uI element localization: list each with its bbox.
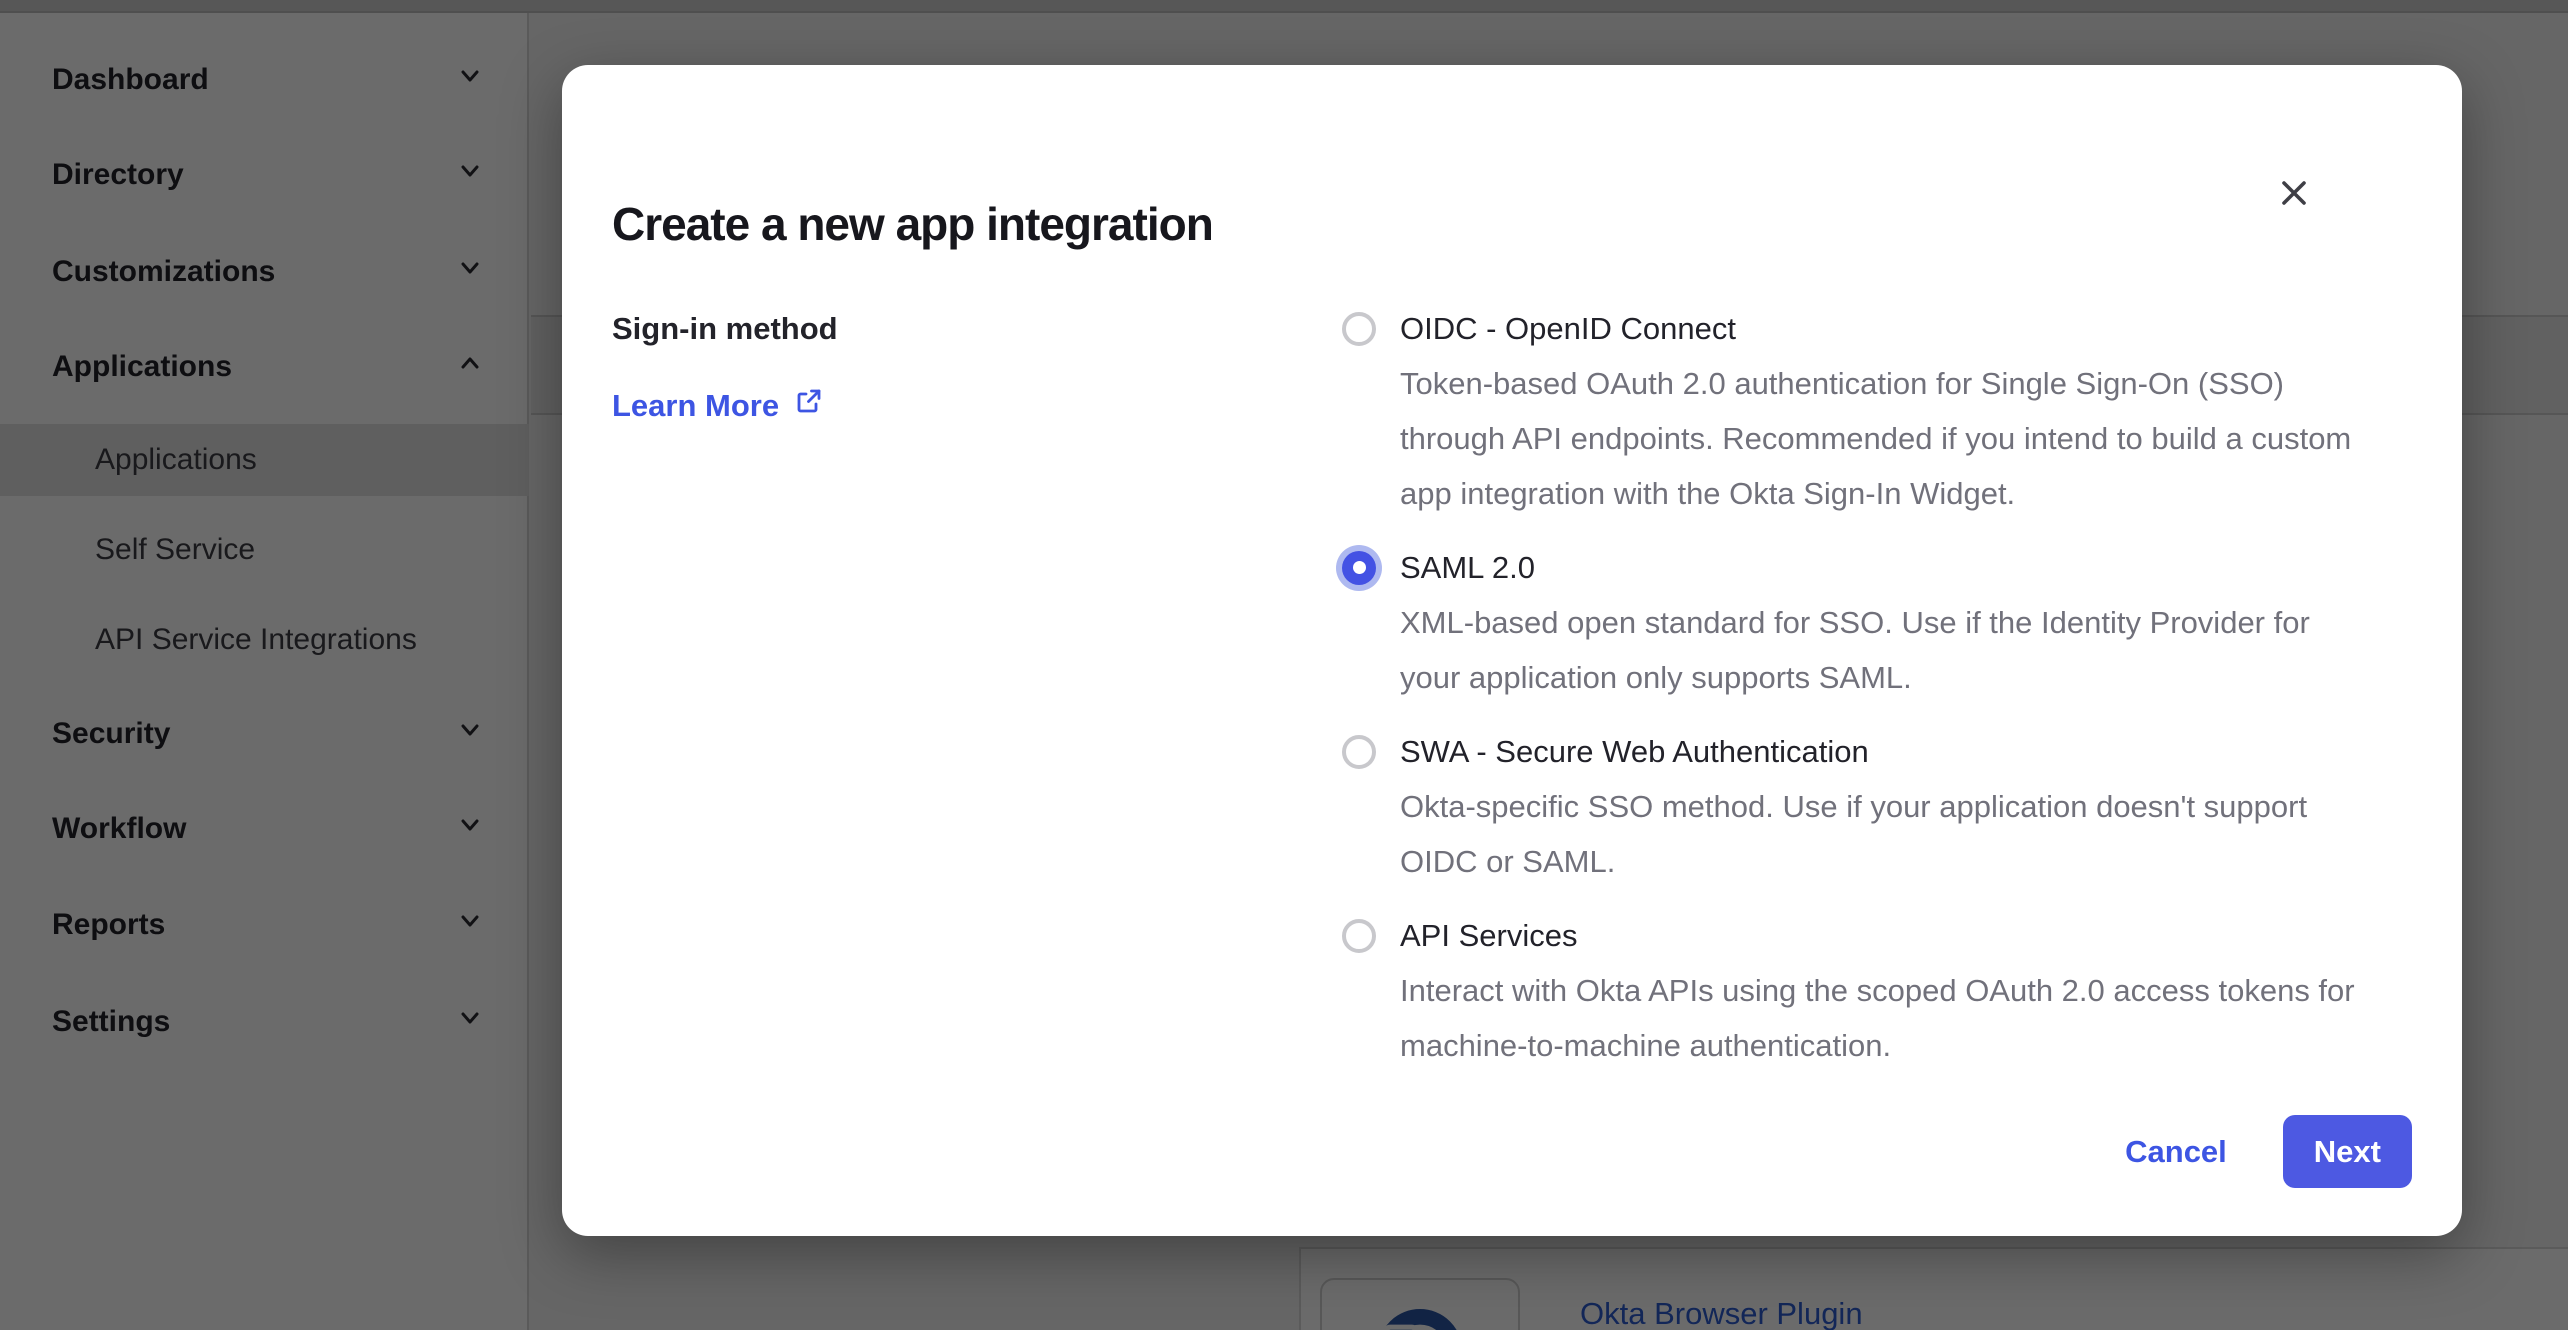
option-saml-label[interactable]: SAML 2.0 [1400,540,1535,595]
option-saml-description: XML-based open standard for SSO. Use if … [1400,595,2412,705]
dialog-title: Create a new app integration [612,197,1213,251]
signin-method-options: OIDC - OpenID Connect Token-based OAuth … [1342,301,2412,1092]
radio-swa[interactable] [1342,735,1376,769]
option-oidc-label[interactable]: OIDC - OpenID Connect [1400,301,1736,356]
cancel-button[interactable]: Cancel [2125,1134,2227,1170]
option-oidc-description: Token-based OAuth 2.0 authentication for… [1400,356,2412,521]
okta-admin-screen: Dashboard Directory Customizations Appli… [0,0,2568,1330]
next-button[interactable]: Next [2283,1115,2412,1188]
option-swa: SWA - Secure Web Authentication Okta-spe… [1342,724,2412,889]
create-app-integration-dialog: Create a new app integration Sign-in met… [562,65,2462,1236]
learn-more-link[interactable]: Learn More [612,386,824,425]
option-oidc: OIDC - OpenID Connect Token-based OAuth … [1342,301,2412,521]
radio-oidc[interactable] [1342,312,1376,346]
external-link-icon [793,386,824,425]
option-swa-description: Okta-specific SSO method. Use if your ap… [1400,779,2412,889]
option-api-services-label[interactable]: API Services [1400,908,1577,963]
option-api-services-description: Interact with Okta APIs using the scoped… [1400,963,2412,1073]
radio-api-services[interactable] [1342,919,1376,953]
option-swa-label[interactable]: SWA - Secure Web Authentication [1400,724,1869,779]
dialog-footer: Cancel Next [2125,1115,2412,1188]
option-api-services: API Services Interact with Okta APIs usi… [1342,908,2412,1073]
option-saml: SAML 2.0 XML-based open standard for SSO… [1342,540,2412,705]
signin-method-label: Sign-in method [612,301,1342,356]
close-icon[interactable] [2266,165,2322,221]
radio-saml-selected[interactable] [1336,545,1382,591]
